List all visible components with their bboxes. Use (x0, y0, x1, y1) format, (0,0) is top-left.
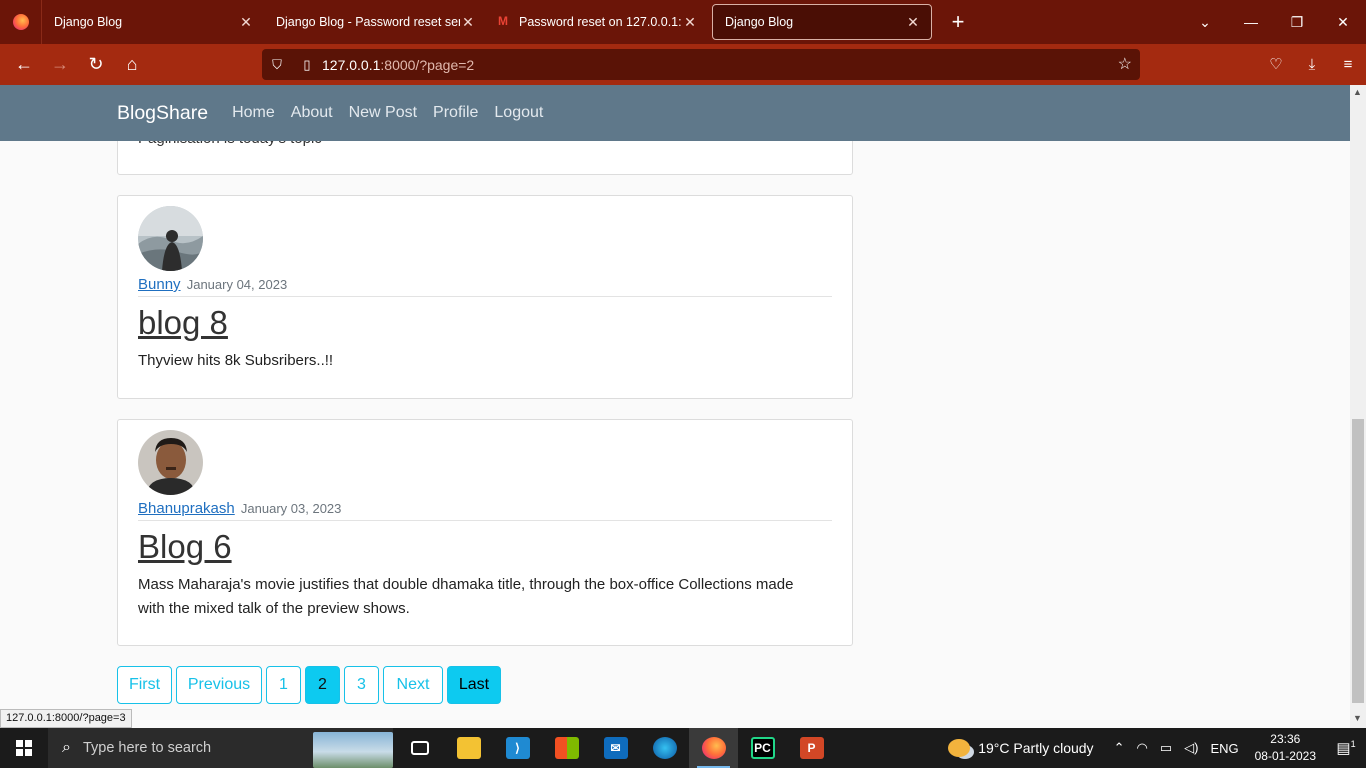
post-title-link[interactable]: blog 8 (138, 304, 228, 342)
battery-icon[interactable]: ▭ (1160, 740, 1172, 756)
reload-icon[interactable]: ↻ (78, 49, 114, 81)
app-menu-icon[interactable]: ≡ (1330, 48, 1366, 80)
network-icon[interactable]: ◠ (1136, 740, 1147, 756)
post-body: Mass Maharaja's movie justifies that dou… (138, 576, 794, 617)
page-last-button[interactable]: Last (447, 666, 501, 704)
volume-icon[interactable]: ◁) (1184, 740, 1198, 756)
url-host: 127.0.0.1 (322, 56, 381, 73)
system-tray: 19°C Partly cloudy ⌃ ◠ ▭ ◁) ENG 23:36 08… (948, 728, 1366, 768)
nav-profile[interactable]: Profile (433, 104, 478, 122)
close-tab-icon[interactable]: ✕ (905, 14, 921, 31)
weather-text: 19°C Partly cloudy (978, 740, 1094, 756)
post-card: Bunny January 04, 2023 blog 8 Thyview hi… (117, 195, 853, 399)
page-1-button[interactable]: 1 (266, 666, 301, 704)
task-view-icon[interactable] (395, 728, 444, 768)
home-icon[interactable]: ⌂ (114, 49, 150, 81)
minimize-icon[interactable]: — (1228, 14, 1274, 30)
post-meta: Bunny January 04, 2023 (138, 276, 832, 297)
close-tab-icon[interactable]: ✕ (460, 14, 476, 31)
vscode-icon[interactable]: ⟩ (493, 728, 542, 768)
shield-icon[interactable]: ⛉ (262, 57, 292, 73)
clock[interactable]: 23:36 08-01-2023 (1255, 731, 1316, 765)
close-window-icon[interactable]: ✕ (1320, 14, 1366, 31)
close-tab-icon[interactable]: ✕ (238, 14, 254, 31)
start-button[interactable] (0, 728, 48, 768)
clock-time: 23:36 (1270, 732, 1301, 746)
taskbar-search[interactable]: ⌕ Type here to search (48, 728, 393, 768)
scrollbar-thumb[interactable] (1352, 419, 1364, 703)
clock-date: 08-01-2023 (1254, 749, 1316, 763)
page-next-button[interactable]: Next (383, 666, 443, 704)
pycharm-icon[interactable]: PC (738, 728, 787, 768)
search-icon: ⌕ (62, 739, 71, 756)
tab-label: Django Blog - Password reset sent (276, 15, 460, 29)
page-2-button-current[interactable]: 2 (305, 666, 340, 704)
pocket-icon[interactable]: ♡ (1258, 48, 1294, 80)
scroll-down-icon[interactable]: ▼ (1353, 713, 1362, 723)
partly-cloudy-icon (948, 739, 971, 757)
page-scrollbar[interactable]: ▲ ▼ (1350, 85, 1366, 728)
nav-about[interactable]: About (291, 104, 333, 122)
windows-logo-icon (16, 740, 32, 756)
language-indicator[interactable]: ENG (1210, 741, 1238, 756)
search-placeholder: Type here to search (82, 740, 212, 756)
notification-count: 1 (1350, 739, 1356, 749)
author-link[interactable]: Bhanuprakash (138, 500, 235, 517)
tab-label: Password reset on 127.0.0.1:8000 (519, 15, 682, 29)
avatar (138, 206, 203, 271)
browser-toolbar: ← → ↻ ⌂ ⛉ ▯ 127.0.0.1:8000/?page=2 ☆ ♡ ⤓… (0, 44, 1366, 85)
weather-widget[interactable]: 19°C Partly cloudy (948, 739, 1094, 757)
page-icon[interactable]: ▯ (292, 57, 322, 73)
powerpoint-icon[interactable]: P (787, 728, 836, 768)
scroll-up-icon[interactable]: ▲ (1353, 87, 1362, 97)
back-icon[interactable]: ← (6, 49, 42, 81)
page-first-button[interactable]: First (117, 666, 172, 704)
search-highlight-image (313, 732, 393, 768)
post-date: January 04, 2023 (186, 277, 288, 292)
windows-taskbar: ⌕ Type here to search ⟩ ✉ PC P 19°C Part… (0, 728, 1366, 768)
chevron-up-icon[interactable]: ⌃ (1114, 740, 1125, 756)
post-date: January 03, 2023 (240, 501, 342, 516)
post-meta: Bhanuprakash January 03, 2023 (138, 500, 832, 521)
list-all-tabs-icon[interactable]: ⌄ (1182, 14, 1228, 31)
author-link[interactable]: Bunny (138, 276, 181, 293)
pagination: First Previous 1 2 3 Next Last (117, 666, 505, 704)
page-previous-button[interactable]: Previous (176, 666, 262, 704)
restore-icon[interactable]: ❐ (1274, 14, 1320, 31)
gmail-icon (498, 14, 512, 28)
site-navbar: BlogShare Home About New Post Profile Lo… (0, 85, 1350, 141)
nav-home[interactable]: Home (232, 104, 275, 122)
notification-icon[interactable]: ▤1 (1326, 739, 1366, 757)
site-brand[interactable]: BlogShare (117, 102, 208, 125)
browser-tab[interactable]: Password reset on 127.0.0.1:8000 ✕ (486, 0, 708, 44)
status-link-preview: 127.0.0.1:8000/?page=3 (0, 709, 132, 728)
forward-icon[interactable]: → (42, 49, 78, 81)
post-card: Bhanuprakash January 03, 2023 Blog 6 Mas… (117, 419, 853, 646)
nav-new-post[interactable]: New Post (349, 104, 417, 122)
address-bar[interactable]: ⛉ ▯ 127.0.0.1:8000/?page=2 ☆ (262, 49, 1140, 80)
firefox-icon[interactable] (689, 728, 738, 768)
downloads-icon[interactable]: ⤓ (1294, 48, 1330, 80)
browser-tab[interactable]: Django Blog ✕ (42, 0, 264, 44)
url-path: :8000/?page=2 (380, 56, 475, 73)
bookmark-star-icon[interactable]: ☆ (1118, 54, 1132, 74)
post-title-link[interactable]: Blog 6 (138, 528, 232, 566)
post-body: Thyview hits 8k Subsribers..!! (138, 352, 334, 369)
browser-tab[interactable]: Django Blog - Password reset sent ✕ (264, 0, 486, 44)
tab-label: Django Blog (725, 15, 794, 29)
browser-tab-strip: Django Blog ✕ Django Blog - Password res… (0, 0, 1366, 44)
new-tab-icon[interactable]: + (938, 0, 978, 44)
browser-tab-active[interactable]: Django Blog ✕ (712, 4, 932, 40)
close-tab-icon[interactable]: ✕ (682, 14, 698, 31)
tab-label: Django Blog (54, 15, 123, 29)
mail-icon[interactable]: ✉ (591, 728, 640, 768)
edge-icon[interactable] (640, 728, 689, 768)
firefox-menu-icon[interactable] (0, 0, 42, 44)
page-viewport: BlogShare Home About New Post Profile Lo… (0, 85, 1350, 728)
microsoft-store-icon[interactable] (542, 728, 591, 768)
file-explorer-icon[interactable] (444, 728, 493, 768)
avatar (138, 430, 203, 495)
nav-logout[interactable]: Logout (494, 104, 543, 122)
page-3-button[interactable]: 3 (344, 666, 379, 704)
